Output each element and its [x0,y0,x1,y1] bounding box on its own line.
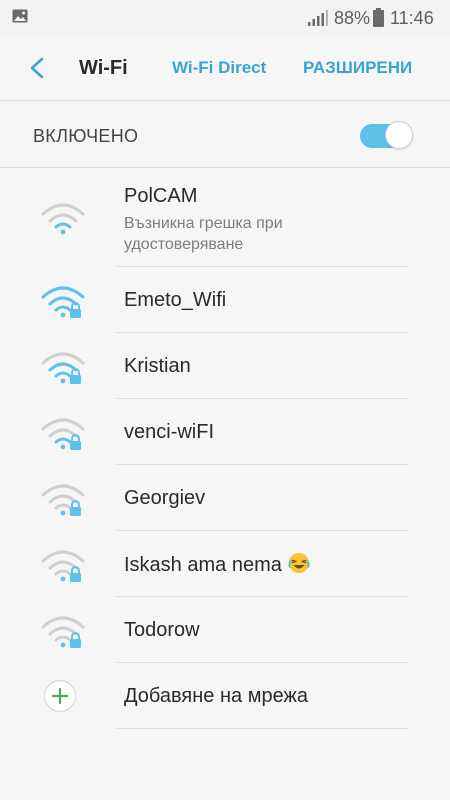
status-clock: 11:46 [390,8,434,28]
wifi-secured-icon [41,484,85,516]
wifi-secured-icon [41,352,85,384]
network-status: Възникна грешка при удостоверяване [124,215,283,253]
page-title: Wi-Fi [79,57,128,79]
battery-percent: 88% [334,8,371,28]
wifi-direct-button[interactable]: Wi-Fi Direct [172,57,266,79]
wifi-settings-screen: 88% 11:46 Wi-Fi Wi-Fi Direct РАЗШИРЕНИ В… [0,0,450,800]
network-name: venci-wiFI [124,421,215,443]
wifi-toggle-switch[interactable] [360,121,413,151]
add-icon [43,679,77,713]
wifi-secured-icon [41,286,85,318]
network-item-emeto-wifi[interactable]: Emeto_Wifi [0,267,450,332]
row-divider [116,728,408,729]
wifi-secured-icon [41,616,85,648]
toggle-thumb [385,121,413,149]
gallery-icon [12,9,28,23]
wifi-secured-icon [41,418,85,450]
network-item-todorow[interactable]: Todorow [0,597,450,662]
network-name: Georgiev [124,487,206,509]
add-network-button[interactable]: Добавяне на мрежа [0,663,450,728]
wifi-secured-icon [41,550,85,582]
add-network-label: Добавяне на мрежа [124,685,308,707]
advanced-button[interactable]: РАЗШИРЕНИ [303,57,412,79]
network-item-venci-wifi[interactable]: venci-wiFI [0,399,450,464]
network-item-kristian[interactable]: Kristian [0,333,450,398]
network-name: Iskash ama nema [124,554,282,576]
network-item-polcam[interactable]: PolCAM Възникна грешка при удостоверяван… [0,168,450,266]
laughing-emoji-icon [288,553,310,573]
network-name: PolCAM [124,185,198,207]
battery-icon [373,8,384,27]
wifi-open-icon [41,203,85,235]
network-item-georgiev[interactable]: Georgiev [0,465,450,530]
back-button[interactable] [22,53,52,83]
network-name: Kristian [124,355,191,377]
toggle-label: ВКЛЮЧЕНО [33,126,139,146]
network-name: Emeto_Wifi [124,289,227,311]
wifi-toggle-row[interactable]: ВКЛЮЧЕНО [0,101,450,167]
app-header: Wi-Fi Wi-Fi Direct РАЗШИРЕНИ [0,36,450,100]
signal-icon [308,10,328,26]
status-bar: 88% 11:46 [0,0,450,36]
network-name-with-emoji: Iskash ama nema [124,552,310,577]
network-name: Todorow [124,619,200,641]
network-item-iskash-ama-nema[interactable]: Iskash ama nema [0,531,450,596]
